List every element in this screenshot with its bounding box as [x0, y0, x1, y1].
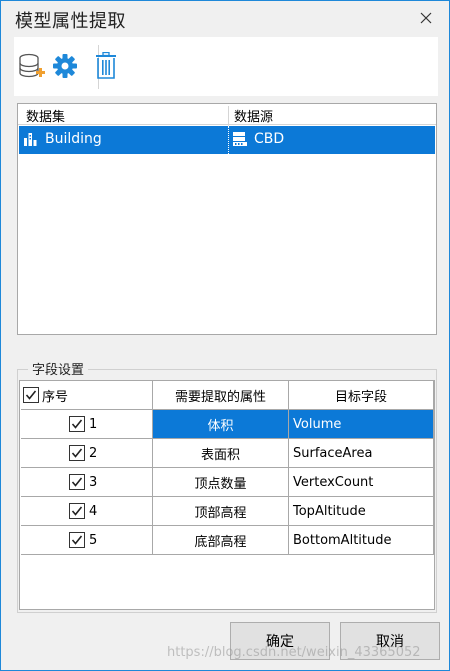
header-datasource: 数据源	[234, 110, 274, 125]
header-index-label: 序号	[42, 389, 69, 405]
title-bar: 模型属性提取	[1, 1, 449, 35]
field-grid-header: 序号 需要提取的属性 目标字段	[21, 381, 434, 410]
datasource-name: CBD	[254, 131, 285, 147]
row-index: 1	[89, 416, 98, 432]
attribute-cell: 顶点数量	[153, 468, 289, 497]
checkmark-icon	[71, 506, 83, 516]
field-row[interactable]: 1 体积 Volume	[21, 410, 434, 439]
dataset-grid[interactable]: 数据集 数据源 Building CBD	[17, 103, 437, 335]
index-cell: 2	[21, 439, 153, 468]
checkmark-icon	[71, 535, 83, 545]
row-checkbox[interactable]	[69, 532, 85, 548]
index-cell: 5	[21, 526, 153, 555]
field-row[interactable]: 4 顶部高程 TopAltitude	[21, 497, 434, 526]
row-index: 5	[89, 532, 98, 548]
checkmark-icon	[71, 448, 83, 458]
datasource-icon	[233, 132, 247, 146]
target-field-cell[interactable]: SurfaceArea	[289, 439, 434, 468]
close-button[interactable]	[413, 6, 439, 30]
gear-icon	[53, 54, 77, 78]
delete-button[interactable]	[92, 51, 120, 81]
row-checkbox[interactable]	[69, 416, 85, 432]
row-index: 2	[89, 445, 98, 461]
close-icon	[420, 12, 432, 24]
trash-icon	[96, 52, 116, 79]
datasource-cell: CBD	[232, 131, 284, 147]
toolbar	[14, 37, 438, 96]
index-cell: 1	[21, 410, 153, 439]
row-index: 4	[89, 503, 98, 519]
header-attribute: 需要提取的属性	[153, 381, 289, 410]
field-row[interactable]: 3 顶点数量 VertexCount	[21, 468, 434, 497]
dataset-cell: Building	[23, 131, 102, 147]
field-row[interactable]: 5 底部高程 BottomAltitude	[21, 526, 434, 555]
dialog-window: 模型属性提取 数据集 数据源 Building CBD 字段设置 序号 需要提取…	[0, 0, 450, 671]
cancel-button[interactable]: 取消	[340, 622, 440, 660]
header-index: 序号	[21, 381, 153, 410]
attribute-cell: 底部高程	[153, 526, 289, 555]
attribute-cell: 表面积	[153, 439, 289, 468]
add-dataset-button[interactable]	[18, 51, 46, 81]
header-dataset: 数据集	[26, 110, 66, 125]
ok-button[interactable]: 确定	[230, 622, 330, 660]
model-dataset-icon	[24, 133, 37, 146]
header-target-field: 目标字段	[289, 381, 434, 410]
select-all-checkbox[interactable]	[23, 387, 39, 403]
row-separator	[228, 126, 229, 154]
checkmark-icon	[25, 390, 37, 400]
header-separator	[228, 106, 229, 127]
attribute-cell: 体积	[153, 410, 289, 439]
target-field-cell[interactable]: BottomAltitude	[289, 526, 434, 555]
checkmark-icon	[71, 477, 83, 487]
index-cell: 3	[21, 468, 153, 497]
row-checkbox[interactable]	[69, 474, 85, 490]
row-checkbox[interactable]	[69, 503, 85, 519]
row-index: 3	[89, 474, 98, 490]
field-grid[interactable]: 序号 需要提取的属性 目标字段 1 体积 Volume 2 表面积 Surfac…	[19, 380, 435, 610]
target-field-cell[interactable]: VertexCount	[289, 468, 434, 497]
database-add-icon	[19, 53, 45, 78]
window-title: 模型属性提取	[15, 11, 126, 32]
target-field-cell[interactable]: TopAltitude	[289, 497, 434, 526]
dataset-grid-header: 数据集 数据源	[18, 104, 436, 127]
checkmark-icon	[71, 419, 83, 429]
dataset-row[interactable]: Building CBD	[19, 126, 435, 154]
target-field-cell[interactable]: Volume	[289, 410, 434, 439]
row-checkbox[interactable]	[69, 445, 85, 461]
field-row[interactable]: 2 表面积 SurfaceArea	[21, 439, 434, 468]
field-settings-label: 字段设置	[28, 359, 89, 378]
dataset-name: Building	[45, 131, 102, 147]
settings-button[interactable]	[51, 51, 79, 81]
index-cell: 4	[21, 497, 153, 526]
attribute-cell: 顶部高程	[153, 497, 289, 526]
